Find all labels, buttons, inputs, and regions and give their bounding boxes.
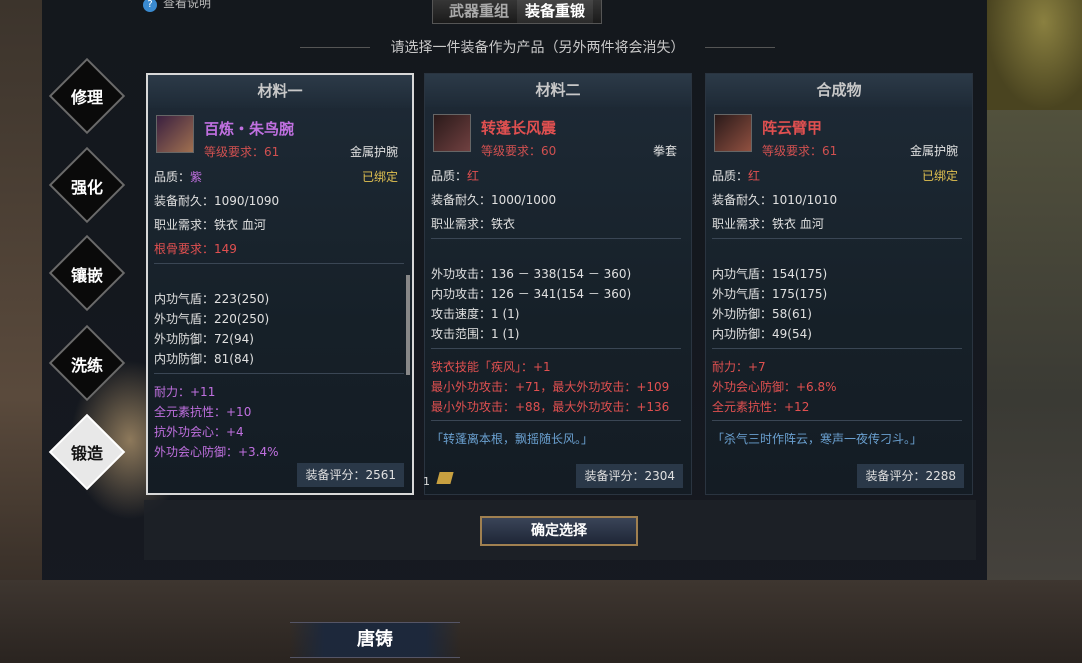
divider — [431, 238, 681, 239]
quality-row: 品质：紫 — [154, 170, 203, 184]
item-slot: 金属护腕 — [349, 145, 398, 159]
side-menu-inlay[interactable]: 镶嵌 — [60, 262, 114, 286]
durability: 装备耐久：1000/1000 — [431, 193, 557, 207]
level-requirement: 等级要求：60 — [481, 144, 557, 158]
bottom-banner: 唐铸 — [290, 622, 460, 658]
equipment-score: 装备评分：2304 — [576, 464, 683, 488]
level-requirement: 等级要求：61 — [204, 145, 280, 159]
card-scrollbar[interactable] — [406, 275, 410, 375]
stat-row: 内功攻击：126 － 341(154 － 360) — [431, 287, 632, 301]
bound-status: 已绑定 — [361, 170, 398, 184]
stat-row: 外功攻击：136 － 338(154 － 360) — [431, 267, 632, 281]
material-card-2[interactable]: 材料二 转蓬长风震 等级要求：60 拳套 品质：红 装备耐久：1000/1000… — [424, 73, 692, 495]
bonus-row: 铁衣技能「疾风」：+1 — [431, 360, 551, 374]
bonus-row: 全元素抗性：+10 — [154, 405, 252, 419]
bonus-row: 最小外功攻击：+88，最大外功攻击：+136 — [431, 400, 670, 414]
bonus-row: 抗外功会心：+4 — [154, 425, 244, 439]
side-menu-forge[interactable]: 锻造 — [60, 440, 114, 464]
side-menu-repair[interactable]: 修理 — [60, 84, 114, 108]
stat-row: 外功防御：72(94) — [154, 332, 254, 346]
equipment-score: 装备评分：2561 — [297, 463, 404, 487]
stat-row: 内功防御：81(84) — [154, 352, 254, 366]
durability: 装备耐久：1090/1090 — [154, 194, 280, 208]
class-requirement: 职业需求：铁衣 血河 — [712, 217, 824, 231]
bracer-icon — [714, 114, 752, 152]
bottom-title: 唐铸 — [357, 629, 393, 650]
background-barrel — [986, 0, 1082, 110]
flavor-text: 「杀气三时作阵云，寒声一夜传刁斗。」 — [712, 432, 923, 446]
stat-row: 外功气盾：220(250) — [154, 312, 270, 326]
card-header: 材料二 — [425, 74, 691, 107]
material-card-1[interactable]: 材料一 百炼・朱鸟腕 等级要求：61 金属护腕 品质：紫 已绑定 装备耐久：10… — [146, 73, 414, 495]
divider — [431, 420, 681, 421]
divider — [712, 420, 962, 421]
item-name: 转蓬长风震 — [481, 119, 557, 137]
stat-row: 内功气盾：223(250) — [154, 292, 270, 306]
class-requirement: 职业需求：铁衣 血河 — [154, 218, 266, 232]
item-name: 阵云臂甲 — [762, 119, 823, 137]
gauntlet-icon — [433, 114, 471, 152]
bonus-row: 外功会心防御：+3.4% — [154, 445, 279, 459]
card-header: 材料一 — [148, 75, 412, 108]
divider — [712, 238, 962, 239]
stat-row: 内功气盾：154(175) — [712, 267, 828, 281]
divider — [154, 373, 404, 374]
side-menu-refine[interactable]: 洗练 — [60, 352, 114, 376]
confirm-button[interactable]: 确定选择 — [480, 516, 638, 546]
instruction-text: 请选择一件装备作为产品（另外两件将会消失） — [300, 37, 775, 57]
stat-row: 外功气盾：175(175) — [712, 287, 828, 301]
bracer-icon — [156, 115, 194, 153]
stat-row: 外功防御：58(61) — [712, 307, 812, 321]
bonus-row: 全元素抗性：+12 — [712, 400, 810, 414]
stat-row: 内功防御：49(54) — [712, 327, 812, 341]
help-icon: ? — [143, 0, 157, 12]
divider — [154, 263, 404, 264]
help-link[interactable]: ? 查看说明 — [143, 0, 211, 12]
item-name: 百炼・朱鸟腕 — [204, 120, 295, 138]
flavor-text: 「转蓬离本根，飘摇随长风。」 — [431, 432, 594, 446]
stat-row: 攻击范围：1 (1) — [431, 327, 520, 341]
tab-equipment-reforge[interactable]: 装备重锻 — [517, 0, 594, 23]
equipment-score: 装备评分：2288 — [857, 464, 964, 488]
divider — [712, 348, 962, 349]
background-left — [0, 0, 42, 663]
result-card[interactable]: 合成物 阵云臂甲 等级要求：61 金属护腕 品质：红 已绑定 装备耐久：1010… — [705, 73, 973, 495]
quality-row: 品质：红 — [431, 169, 480, 183]
bonus-row: 耐力：+7 — [712, 360, 766, 374]
currency-count: 1 — [423, 475, 430, 488]
bound-status: 已绑定 — [921, 169, 958, 183]
bonus-row: 外功会心防御：+6.8% — [712, 380, 837, 394]
quality-row: 品质：红 — [712, 169, 761, 183]
bonus-row: 最小外功攻击：+71，最大外功攻击：+109 — [431, 380, 670, 394]
durability: 装备耐久：1010/1010 — [712, 193, 838, 207]
class-requirement: 职业需求：铁衣 — [431, 217, 516, 231]
item-slot: 拳套 — [652, 144, 677, 158]
background-bottom — [0, 580, 1082, 663]
level-requirement: 等级要求：61 — [762, 144, 838, 158]
tab-weapon-recombine[interactable]: 武器重组 — [441, 0, 517, 23]
divider — [431, 348, 681, 349]
card-header: 合成物 — [706, 74, 972, 107]
item-slot: 金属护腕 — [909, 144, 958, 158]
stat-row: 攻击速度：1 (1) — [431, 307, 520, 321]
side-menu-enhance[interactable]: 强化 — [60, 174, 114, 198]
bonus-row: 耐力：+11 — [154, 385, 216, 399]
tab-bar: 武器重组 装备重锻 — [432, 0, 603, 24]
extra-requirement: 根骨要求：149 — [154, 242, 237, 256]
